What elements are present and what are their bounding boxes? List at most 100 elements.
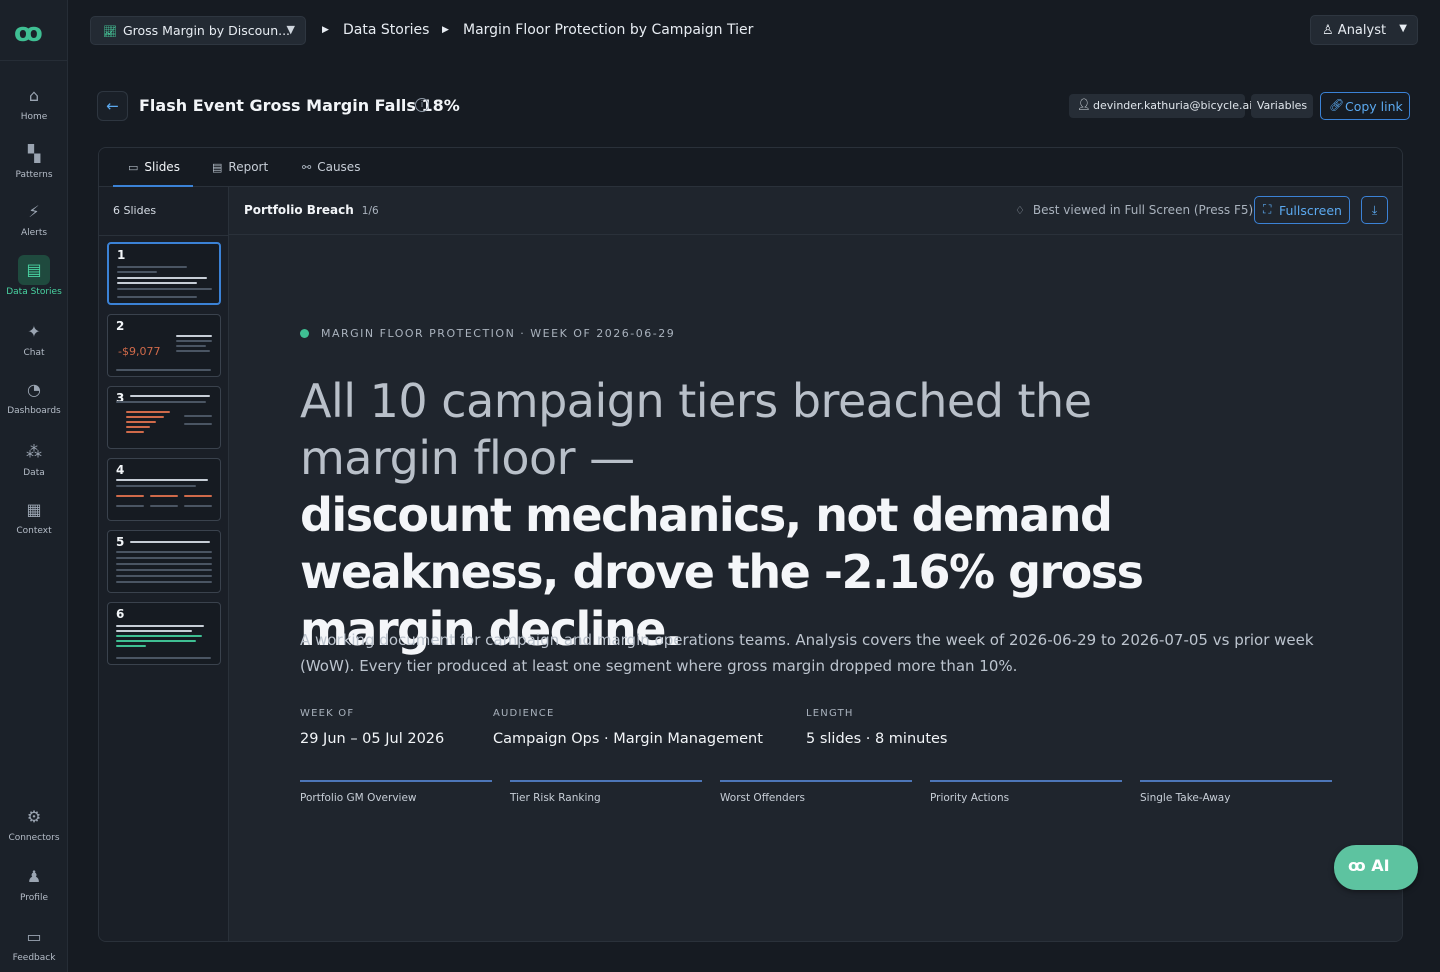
breadcrumb-arrow-icon: ▶ [442,25,449,35]
logo[interactable]: ꝏ [14,18,54,48]
thumbnail-line [116,485,196,487]
thumbnail-line [117,296,197,298]
section-tier-risk-ranking[interactable]: Tier Risk Ranking [510,792,601,804]
sidebar-item-profile[interactable]: ♟ Profile [0,863,68,903]
infinity-icon: ꝏ [1348,856,1366,875]
sidebar-item-alerts[interactable]: ⚡ Alerts [0,198,68,238]
sidebar-item-data[interactable]: ⁂ Data [0,438,68,478]
thumbnail-line [116,657,211,659]
role-label: Analyst [1337,23,1387,38]
sidebar-item-label: Dashboards [7,406,61,416]
breadcrumb-current-story[interactable]: Margin Floor Protection by Campaign Tier [463,22,753,38]
info-icon[interactable]: i [415,98,429,112]
meta-label-audience: AUDIENCE [493,708,555,719]
tab-causes[interactable]: ⚯ Causes [302,148,360,187]
tab-report[interactable]: ▤ Report [212,148,268,187]
sidebar-item-label: Home [20,112,48,122]
section-worst-offenders[interactable]: Worst Offenders [720,792,805,804]
slide-header: Portfolio Breach 1/6 ♢ Best viewed in Full… [229,187,1402,235]
link-icon: 🔗︎ [1329,98,1345,112]
feedback-icon: ▭ [26,927,42,946]
variables-button[interactable]: Variables [1251,94,1313,118]
meta-label-week: WEEK OF [300,708,355,719]
breadcrumb-data-stories[interactable]: Data Stories [343,22,429,38]
section-priority-actions[interactable]: Priority Actions [930,792,1009,804]
tab-bar: ▭ Slides ▤ Report ⚯ Causes [99,148,1402,187]
slide-thumbnail-4[interactable]: 4 [107,458,221,521]
status-dot [300,329,309,338]
fullscreen-button[interactable]: ⛶ Fullscreen [1254,196,1350,224]
data-stories-icon: ▤ [18,255,50,285]
slide-thumbnail-6[interactable]: 6 [107,602,221,665]
copy-link-label: Copy link [1345,99,1403,114]
slide-viewer: Portfolio Breach 1/6 ♢ Best viewed in Full… [229,187,1402,941]
slide-title: Portfolio Breach [244,203,354,217]
sidebar-item-data-stories[interactable]: ▤ Data Stories [0,255,68,297]
slide-thumbnail-5[interactable]: 5 [107,530,221,593]
thumbnail-bar [184,495,212,497]
sidebar-item-chat[interactable]: ✦ Chat [0,318,68,358]
thumbnail-line [150,505,178,507]
tab-label: Slides [144,160,180,174]
meta-value-week: 29 Jun – 05 Jul 2026 [300,731,445,747]
copy-link-button[interactable]: 🔗︎ Copy link [1320,92,1410,120]
section-divider [720,780,912,782]
home-icon: ⌂ [28,86,40,105]
fullscreen-label: Fullscreen [1279,203,1342,218]
meta-value-audience: Campaign Ops · Margin Management [493,731,763,747]
slide-thumbnails: 6 Slides 1 2 -$9,077 3 4 5 6 [99,187,229,941]
sidebar-item-feedback[interactable]: ▭ Feedback [0,923,68,963]
thumbnail-line [116,640,196,642]
tab-label: Report [228,160,269,174]
lightning-icon: ⚡ [28,202,40,221]
thumbnail-number: 5 [116,535,125,549]
thumbnail-line [117,277,207,279]
headline-light: All 10 campaign tiers breached the margi… [300,374,1092,485]
fullscreen-hint-text: Best viewed in Full Screen (Press F5) [1032,203,1254,217]
sidebar-item-dashboards[interactable]: ◔ Dashboards [0,376,68,416]
data-icon: ⁂ [26,442,42,461]
chevron-down-icon: ▼ [286,23,295,36]
thumbnail-line [116,369,211,371]
slide-thumbnail-2[interactable]: 2 -$9,077 [107,314,221,377]
sidebar-item-patterns[interactable]: ▚ Patterns [0,140,68,180]
monitor-icon: ▭ [128,161,139,174]
sidebar-item-label: Data Stories [6,287,62,297]
sidebar-item-label: Alerts [20,228,48,238]
sidebar-item-context[interactable]: ▦ Context [0,496,68,536]
section-single-take-away[interactable]: Single Take-Away [1140,792,1230,804]
thumbnail-number: 6 [116,607,125,621]
role-dropdown[interactable]: ♙ Analyst ▼ [1310,15,1418,45]
story-select-dropdown[interactable]: 📈︎ Gross Margin by Discoun... ▼ [90,16,306,45]
download-button[interactable]: ⤓ [1361,196,1388,224]
tab-slides[interactable]: ▭ Slides [113,148,193,187]
user-chip: 👤︎ devinder.kathuria@bicycle.ai [1069,94,1252,118]
meta-value-length: 5 slides · 8 minutes [806,731,948,747]
ai-assistant-button[interactable]: ꝏ AI [1334,845,1418,890]
ai-label: AI [1371,856,1390,875]
slide-thumbnail-3[interactable]: 3 [107,386,221,449]
section-divider [1140,780,1332,782]
thumbnail-bar [126,426,150,428]
sidebar-item-home[interactable]: ⌂ Home [0,82,68,122]
slide-counter: 1/6 [361,205,379,217]
thumbnail-line [176,340,212,342]
sidebar-item-label: Patterns [15,170,53,180]
section-divider [510,780,702,782]
thumbnail-bar [150,495,178,497]
thumbnail-line [116,551,212,553]
slide-thumbnail-1[interactable]: 1 [107,242,221,305]
section-portfolio-gm-overview[interactable]: Portfolio GM Overview [300,792,417,804]
sparkle-icon: ✦ [27,322,41,341]
thumbnail-line [117,266,187,268]
back-button[interactable]: ← [97,91,128,121]
user-icon: 👤︎ [1077,98,1091,111]
meta-label-length: LENGTH [806,708,854,719]
slide-name: Portfolio Breach 1/6 [244,203,379,217]
thumbnail-line [116,569,212,571]
sidebar-item-connectors[interactable]: ⚙ Connectors [0,803,68,843]
thumbnail-line [184,415,212,417]
thumbnail-line [130,541,210,543]
sidebar-item-label: Profile [20,893,48,903]
caret-down-icon: ▼ [1399,23,1407,34]
